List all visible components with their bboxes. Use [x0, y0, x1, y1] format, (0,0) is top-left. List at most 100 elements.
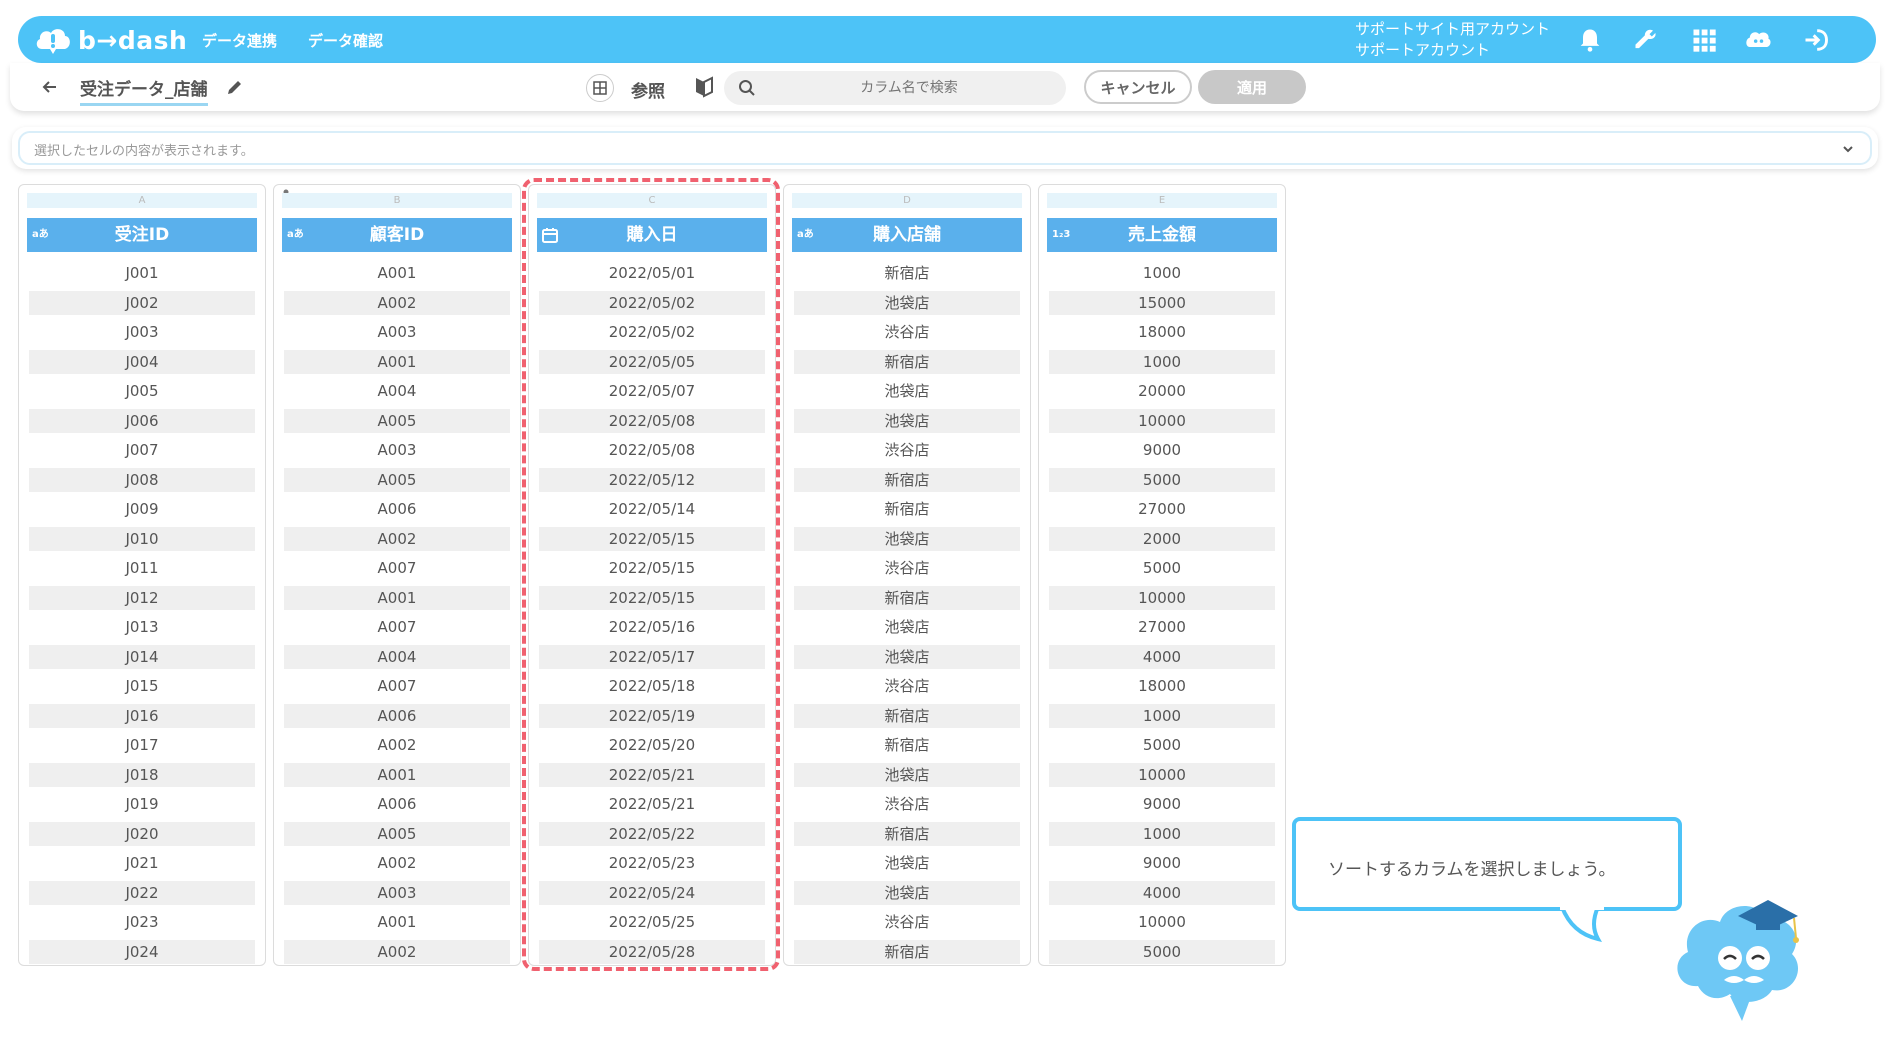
table-cell[interactable]: A003 — [284, 438, 510, 462]
table-cell[interactable]: J023 — [29, 910, 255, 934]
table-cell[interactable]: 18000 — [1049, 674, 1275, 698]
table-cell[interactable]: 10000 — [1049, 762, 1275, 787]
table-cell[interactable]: J011 — [29, 556, 255, 580]
table-cell[interactable]: 18000 — [1049, 320, 1275, 344]
table-cell[interactable]: A004 — [284, 379, 510, 403]
column-search[interactable] — [724, 71, 1066, 105]
logo[interactable]: b→dash — [34, 22, 187, 58]
table-cell[interactable]: 9000 — [1049, 851, 1275, 875]
table-cell[interactable]: A002 — [284, 290, 510, 315]
table-cell[interactable]: J012 — [29, 585, 255, 610]
reference-label[interactable]: 参照 — [631, 77, 665, 102]
table-cell[interactable]: A001 — [284, 261, 510, 285]
table-cell[interactable]: 5000 — [1049, 467, 1275, 492]
table-cell[interactable]: 新宿店 — [794, 349, 1020, 374]
table-cell[interactable]: J017 — [29, 733, 255, 757]
table-cell[interactable]: J003 — [29, 320, 255, 344]
nav-data-confirmation[interactable]: データ確認 — [308, 30, 383, 51]
column-header[interactable]: aあ 購入店舗 — [792, 218, 1022, 252]
table-cell[interactable]: 10000 — [1049, 910, 1275, 934]
table-cell[interactable]: J014 — [29, 644, 255, 669]
table-cell[interactable]: 池袋店 — [794, 644, 1020, 669]
account-info[interactable]: サポートサイト用アカウント サポートアカウント — [1355, 19, 1550, 61]
table-cell[interactable]: A005 — [284, 821, 510, 846]
chat-bot-icon[interactable] — [1744, 26, 1772, 54]
table-cell[interactable]: A005 — [284, 467, 510, 492]
table-cell[interactable]: J021 — [29, 851, 255, 875]
column-b[interactable]: B aあ 顧客ID A001 A002 A003 A001 A004 A005 A003 A0… — [273, 184, 521, 966]
table-cell[interactable]: A003 — [284, 880, 510, 905]
table-cell[interactable]: J005 — [29, 379, 255, 403]
table-cell[interactable]: 渋谷店 — [794, 320, 1020, 344]
table-cell[interactable]: 池袋店 — [794, 615, 1020, 639]
table-cell[interactable]: A002 — [284, 526, 510, 551]
table-cell[interactable]: 池袋店 — [794, 880, 1020, 905]
table-cell[interactable]: A002 — [284, 851, 510, 875]
table-cell[interactable]: A003 — [284, 320, 510, 344]
table-cell[interactable]: J013 — [29, 615, 255, 639]
table-cell[interactable]: 渋谷店 — [794, 792, 1020, 816]
table-cell[interactable]: J020 — [29, 821, 255, 846]
table-cell[interactable]: J018 — [29, 762, 255, 787]
table-cell[interactable]: A005 — [284, 408, 510, 433]
apps-grid-icon[interactable] — [1690, 26, 1718, 54]
logout-icon[interactable] — [1802, 26, 1830, 54]
table-cell[interactable]: 1000 — [1049, 821, 1275, 846]
table-cell[interactable]: A004 — [284, 644, 510, 669]
table-cell[interactable]: A001 — [284, 585, 510, 610]
table-cell[interactable]: A001 — [284, 910, 510, 934]
table-cell[interactable]: 10000 — [1049, 585, 1275, 610]
table-cell[interactable]: 9000 — [1049, 792, 1275, 816]
table-cell[interactable]: 1000 — [1049, 261, 1275, 285]
column-d[interactable]: D aあ 購入店舗 新宿店 池袋店 渋谷店 新宿店 池袋店 池袋店 渋谷店 新宿店 新宿店 池袋店… — [783, 184, 1031, 966]
column-a[interactable]: A aあ 受注ID J001 J002 J003 J004 J005 J006 J007 J0… — [18, 184, 266, 966]
pencil-icon[interactable] — [225, 77, 245, 97]
chevron-down-icon[interactable] — [1840, 141, 1856, 157]
table-cell[interactable]: J009 — [29, 497, 255, 521]
table-cell[interactable]: J024 — [29, 939, 255, 964]
table-cell[interactable]: 渋谷店 — [794, 910, 1020, 934]
table-cell[interactable]: 9000 — [1049, 438, 1275, 462]
table-cell[interactable]: A006 — [284, 792, 510, 816]
table-cell[interactable]: A006 — [284, 497, 510, 521]
table-cell[interactable]: 池袋店 — [794, 762, 1020, 787]
table-cell[interactable]: J008 — [29, 467, 255, 492]
table-cell[interactable]: 1000 — [1049, 703, 1275, 728]
table-cell[interactable]: J001 — [29, 261, 255, 285]
table-cell[interactable]: A007 — [284, 556, 510, 580]
table-cell[interactable]: J004 — [29, 349, 255, 374]
beginner-mark-icon[interactable] — [694, 76, 714, 98]
back-arrow-icon[interactable] — [40, 77, 60, 97]
table-cell[interactable]: 渋谷店 — [794, 556, 1020, 580]
wrench-icon[interactable] — [1632, 26, 1660, 54]
table-cell[interactable]: 新宿店 — [794, 261, 1020, 285]
table-cell[interactable]: 4000 — [1049, 644, 1275, 669]
table-cell[interactable]: J007 — [29, 438, 255, 462]
table-cell[interactable]: A001 — [284, 349, 510, 374]
table-cell[interactable]: 池袋店 — [794, 526, 1020, 551]
table-cell[interactable]: 池袋店 — [794, 379, 1020, 403]
table-cell[interactable]: J002 — [29, 290, 255, 315]
column-e[interactable]: E 1₂3 売上金額 1000 15000 18000 1000 20000 10000 9… — [1038, 184, 1286, 966]
table-cell[interactable]: 渋谷店 — [794, 674, 1020, 698]
table-cell[interactable]: 5000 — [1049, 733, 1275, 757]
column-search-input[interactable] — [764, 71, 1054, 105]
table-cell[interactable]: 4000 — [1049, 880, 1275, 905]
cancel-button[interactable]: キャンセル — [1084, 70, 1192, 104]
table-cell[interactable]: 2000 — [1049, 526, 1275, 551]
table-cell[interactable]: A007 — [284, 615, 510, 639]
column-header[interactable]: aあ 顧客ID — [282, 218, 512, 252]
table-cell[interactable]: 新宿店 — [794, 467, 1020, 492]
table-cell[interactable]: 新宿店 — [794, 939, 1020, 964]
cell-content-field[interactable]: 選択したセルの内容が表示されます。 — [18, 131, 1872, 165]
table-cell[interactable]: A001 — [284, 762, 510, 787]
table-cell[interactable]: J016 — [29, 703, 255, 728]
table-cell[interactable]: A006 — [284, 703, 510, 728]
bell-icon[interactable] — [1576, 26, 1604, 54]
table-cell[interactable]: 27000 — [1049, 615, 1275, 639]
table-cell[interactable]: A007 — [284, 674, 510, 698]
column-header[interactable]: 1₂3 売上金額 — [1047, 218, 1277, 252]
table-cell[interactable]: 10000 — [1049, 408, 1275, 433]
table-cell[interactable]: 渋谷店 — [794, 438, 1020, 462]
table-cell[interactable]: 5000 — [1049, 556, 1275, 580]
